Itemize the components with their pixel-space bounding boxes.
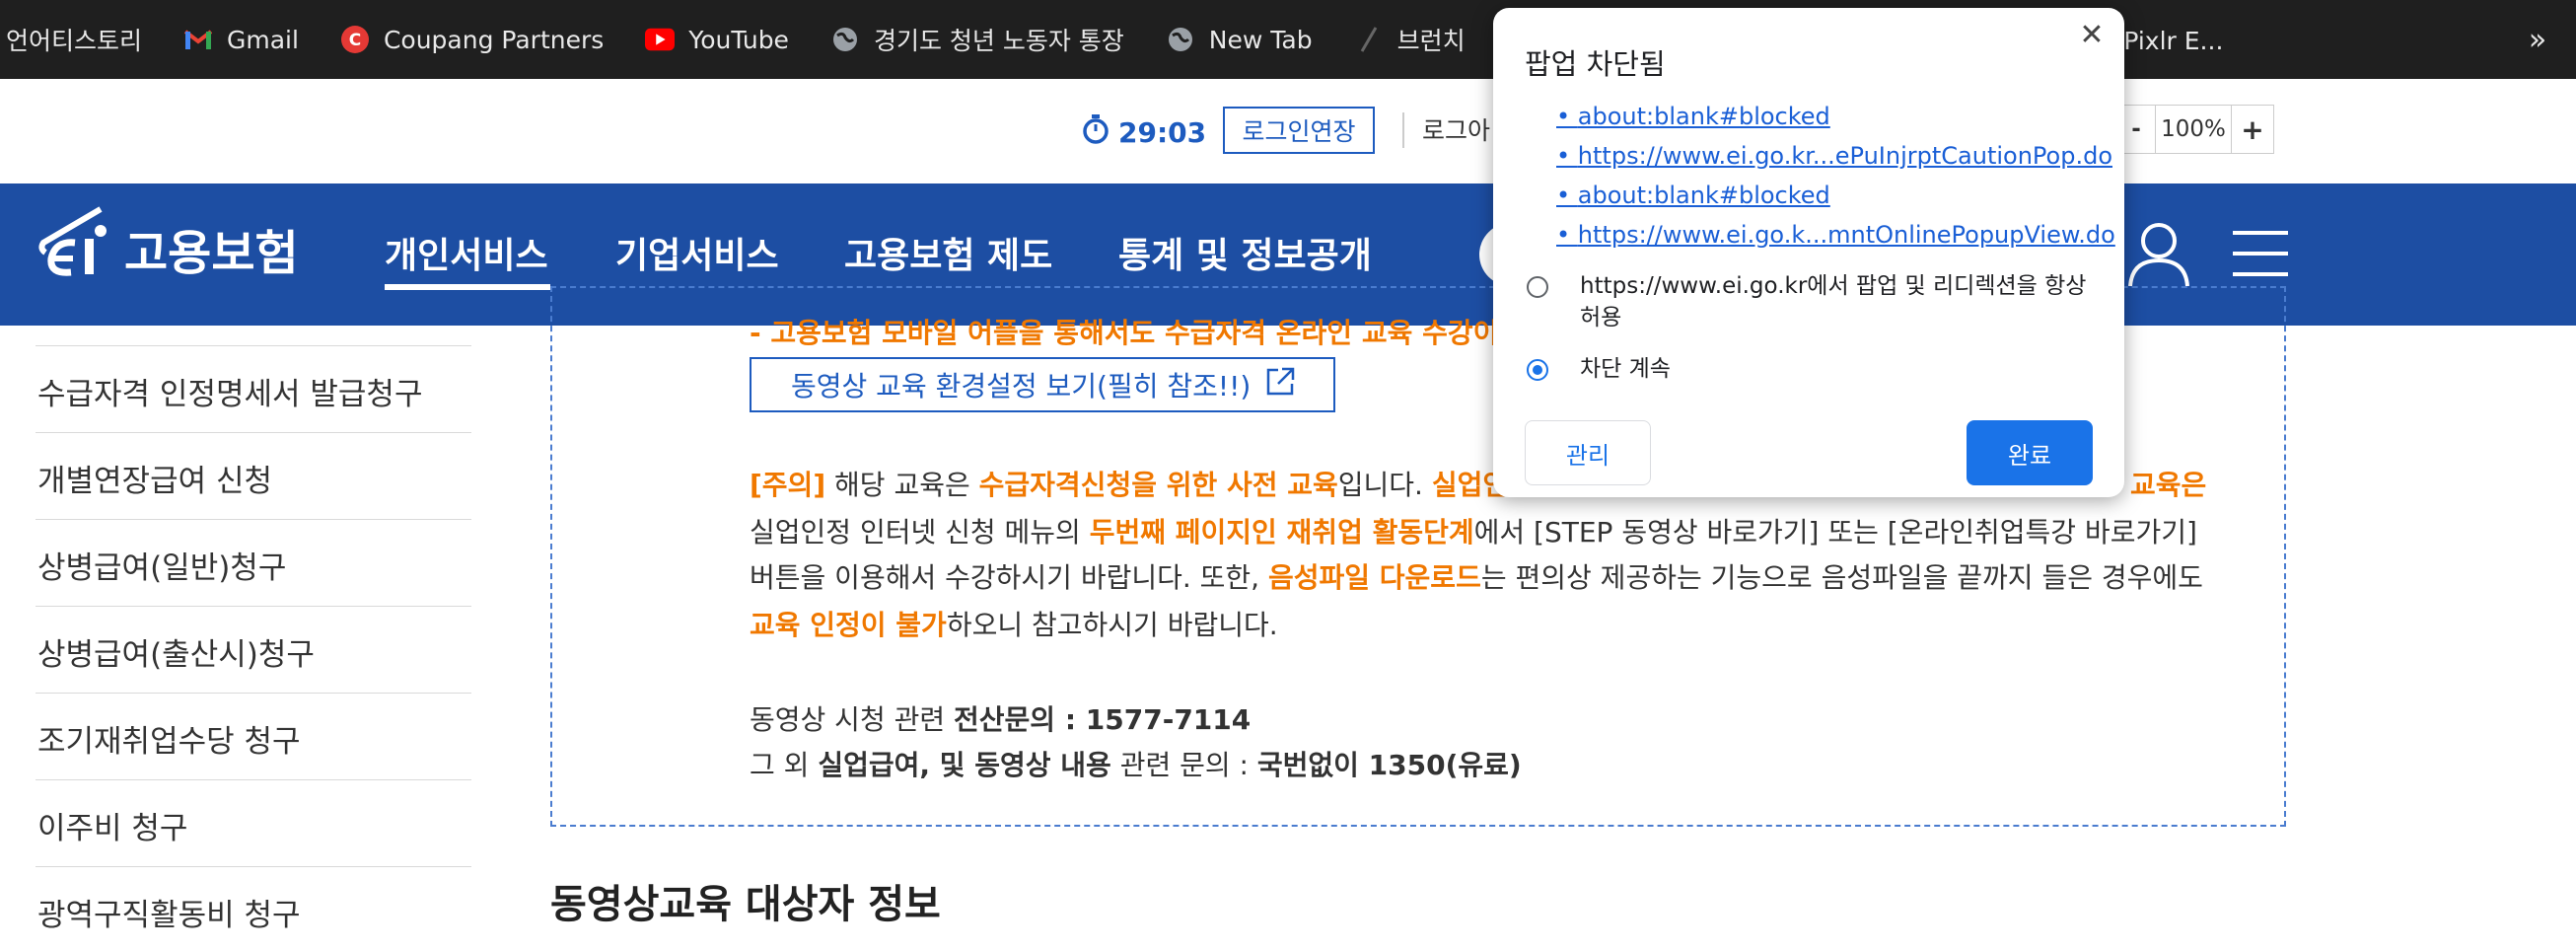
sidebar-item-job-search-travel[interactable]: 광역구직활동비 청구 xyxy=(37,890,301,934)
notice-highlight: 교육 인정이 불가 xyxy=(750,609,947,641)
globe-icon xyxy=(1166,25,1195,54)
notice-text: 입니다. xyxy=(1337,469,1432,501)
sidebar-divider xyxy=(36,606,471,607)
sidebar-item-sickness-childbirth[interactable]: 상병급여(출산시)청구 xyxy=(37,629,315,674)
sidebar-divider xyxy=(36,345,471,346)
user-icon[interactable] xyxy=(2126,219,2191,292)
contact-line-2: 그 외 실업급여, 및 동영상 내용 관련 문의 : 국번없이 1350(유료) xyxy=(750,742,1522,789)
bookmark-youtube[interactable]: YouTube xyxy=(645,0,789,79)
manage-button[interactable]: 관리 xyxy=(1525,420,1651,485)
section-title: 동영상교육 대상자 정보 xyxy=(550,882,941,927)
bookmark-label: 언어티스토리 xyxy=(6,27,143,55)
stopwatch-icon xyxy=(1081,113,1110,152)
blocked-link-3[interactable]: about:blank#blocked xyxy=(1556,182,1830,209)
radio-allow-label: https://www.ei.go.kr에서 팝업 및 리디렉션을 항상 허용 xyxy=(1580,273,2087,330)
bookmark-label: New Tab xyxy=(1208,25,1313,54)
notice-highlight: 수급자격신청을 위한 사전 교육 xyxy=(978,469,1338,501)
bookmark-label: Coupang Partners xyxy=(383,25,605,54)
sidebar-divider xyxy=(36,866,471,867)
bookmark-label: 브런치 xyxy=(1396,27,1466,55)
notice-text: 하오니 참고하시기 바랍니다. xyxy=(946,609,1278,641)
bookmark-gmail[interactable]: Gmail xyxy=(183,0,299,79)
notice-text: 해당 교육은 xyxy=(825,469,979,501)
bookmark-new-tab[interactable]: New Tab xyxy=(1166,0,1313,79)
mobile-app-notice: - 고용보험 모바일 어플을 통해서도 수급자격 온라인 교육 수강이 xyxy=(750,317,1499,349)
zoom-control: - 100% + xyxy=(2116,105,2274,154)
blocked-link-1[interactable]: about:blank#blocked xyxy=(1556,103,1830,130)
notice-highlight: 두번째 페이지인 재취업 활동단계 xyxy=(1089,516,1474,549)
video-settings-button[interactable]: 동영상 교육 환경설정 보기(필히 참조!!) xyxy=(750,357,1335,412)
contact-line-1: 동영상 시청 관련 전산문의 : 1577-7114 xyxy=(750,696,1251,744)
bookmark-brunch[interactable]: 브런치 xyxy=(1354,0,1466,79)
gmail-icon xyxy=(183,25,213,54)
bookmark-gyeonggi[interactable]: 경기도 청년 노동자 통장 xyxy=(830,0,1124,79)
notice-text: 에서 [STEP 동영상 바로가기] 또는 [온라인취업특강 바로가기] xyxy=(1473,516,2197,549)
sidebar-item-extension[interactable]: 개별연장급여 신청 xyxy=(37,456,272,500)
login-extend-button[interactable]: 로그인연장 xyxy=(1223,107,1375,154)
radio-allow[interactable] xyxy=(1527,276,1548,298)
coupang-icon: C xyxy=(340,25,370,54)
sidebar-divider xyxy=(36,519,471,520)
youtube-icon xyxy=(645,25,676,54)
session-timer: 29:03 xyxy=(1081,113,1206,152)
svg-text:C: C xyxy=(349,31,361,50)
notice-text: 실업인정 인터넷 신청 메뉴의 xyxy=(750,516,1090,549)
notice-line-3: 버튼을 이용해서 수강하시기 바랍니다. 또한, 음성파일 다운로드는 편의상 … xyxy=(750,554,2203,602)
zoom-value: 100% xyxy=(2155,106,2232,153)
divider xyxy=(1402,112,1404,148)
contact-phone: 국번없이 1350(유료) xyxy=(1256,749,1522,781)
zoom-in-button[interactable]: + xyxy=(2232,106,2273,153)
nav-active-indicator xyxy=(385,284,550,290)
blocked-link-2[interactable]: https://www.ei.go.kr...ePuInjrptCautionP… xyxy=(1556,142,2112,170)
external-link-icon xyxy=(1264,366,1296,404)
sidebar-item-early-reemployment[interactable]: 조기재취업수당 청구 xyxy=(37,716,301,761)
notice-text: 는 편의상 제공하는 기능으로 음성파일을 끝까지 들은 경우에도 xyxy=(1480,561,2203,594)
radio-block-label: 차단 계속 xyxy=(1580,356,1671,382)
popup-title: 팝업 차단됨 xyxy=(1525,47,1666,81)
logo-text: 고용보험 xyxy=(124,226,299,281)
notice-text: 버튼을 이용해서 수강하시기 바랍니다. 또한, xyxy=(750,561,1268,594)
ei-logo-icon xyxy=(36,203,114,294)
notice-line-2: 실업인정 인터넷 신청 메뉴의 두번째 페이지인 재취업 활동단계에서 [STE… xyxy=(750,509,2197,556)
sidebar-divider xyxy=(36,779,471,780)
done-button[interactable]: 완료 xyxy=(1967,420,2093,485)
site-logo[interactable]: 고용보험 xyxy=(36,203,299,294)
sidebar-divider xyxy=(36,432,471,433)
contact-text: 동영상 시청 관련 xyxy=(750,703,955,736)
notice-highlight-right: 교육은 xyxy=(2130,469,2207,501)
nav-insurance-system[interactable]: 고용보험 제도 xyxy=(844,227,1052,278)
bookmark-label: Gmail xyxy=(227,25,299,54)
bookmark-language-tistory[interactable]: 언어티스토리 xyxy=(6,0,142,79)
nav-personal-services[interactable]: 개인서비스 xyxy=(385,227,548,278)
timer-value: 29:03 xyxy=(1118,116,1207,149)
radio-block[interactable] xyxy=(1527,359,1548,381)
brunch-icon xyxy=(1354,25,1384,54)
caution-label: [주의] xyxy=(750,469,826,501)
sidebar-item-sickness-general[interactable]: 상병급여(일반)청구 xyxy=(37,543,286,587)
sidebar-divider xyxy=(36,693,471,694)
notice-line-1: [주의] 해당 교육은 수급자격신청을 위한 사전 교육입니다. 실업인 xyxy=(750,462,1508,509)
nav-business-services[interactable]: 기업서비스 xyxy=(615,227,779,278)
contact-phone: 전산문의 : 1577-7114 xyxy=(954,703,1252,736)
nav-statistics[interactable]: 통계 및 정보공개 xyxy=(1118,227,1372,278)
bookmark-coupang-partners[interactable]: C Coupang Partners xyxy=(340,0,604,79)
notice-highlight: 음성파일 다운로드 xyxy=(1268,561,1481,594)
notice-line-4: 교육 인정이 불가하오니 참고하시기 바랍니다. xyxy=(750,602,1278,649)
bookmarks-more-button[interactable]: » xyxy=(2518,0,2557,79)
sidebar-item-relocation[interactable]: 이주비 청구 xyxy=(37,803,187,847)
globe-icon xyxy=(830,25,860,54)
bookmark-label: YouTube xyxy=(688,25,789,54)
close-icon[interactable]: ✕ xyxy=(2077,18,2107,52)
contact-text: 관련 문의 : xyxy=(1110,749,1257,781)
contact-text: 그 외 xyxy=(750,749,819,781)
logout-link[interactable]: 로그아 xyxy=(1422,111,1490,147)
menu-icon[interactable] xyxy=(2233,229,2288,282)
video-settings-label: 동영상 교육 환경설정 보기(필히 참조!!) xyxy=(791,370,1252,403)
sidebar-item-certificate[interactable]: 수급자격 인정명세서 발급청구 xyxy=(37,369,422,413)
contact-text-bold: 실업급여, 및 동영상 내용 xyxy=(818,749,1111,781)
blocked-link-4[interactable]: https://www.ei.go.k...mntOnlinePopupView… xyxy=(1556,221,2115,249)
bookmark-label: 경기도 청년 노동자 통장 xyxy=(873,27,1124,55)
